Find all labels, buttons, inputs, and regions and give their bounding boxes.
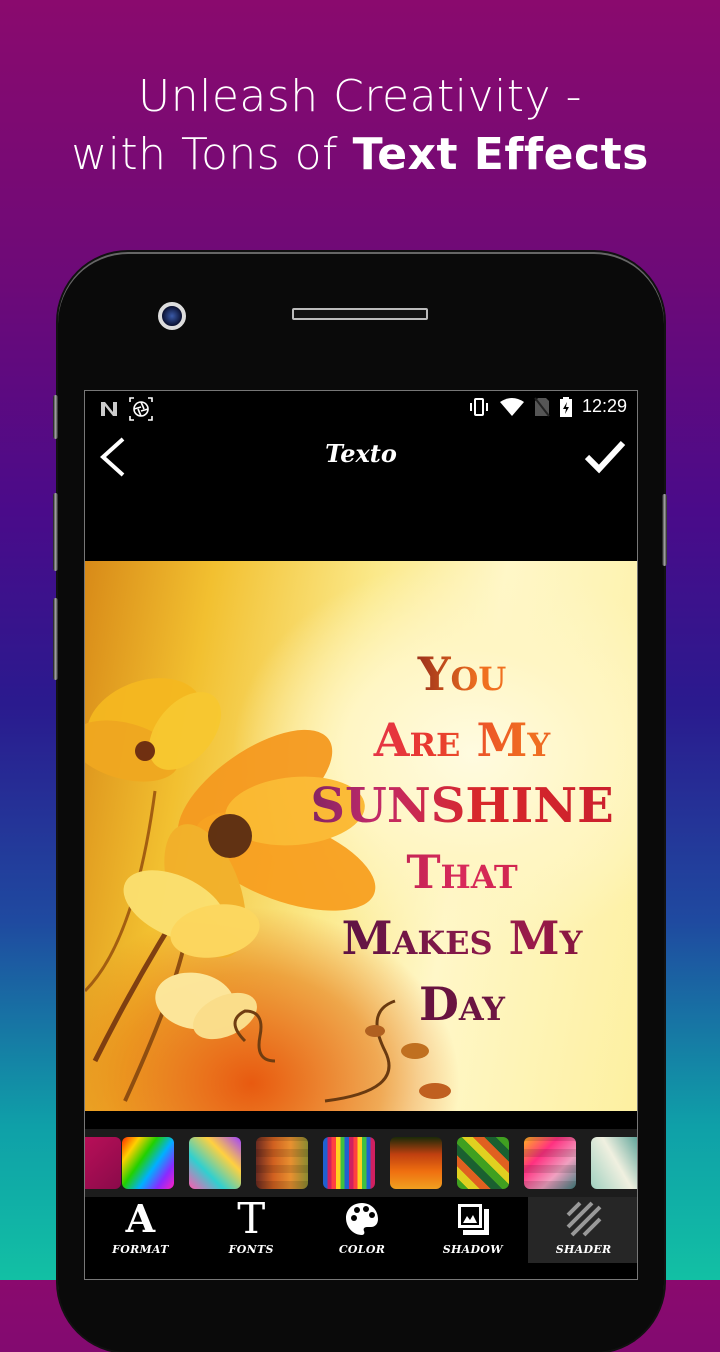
- front-camera: [158, 302, 186, 330]
- shader-swatch-list[interactable]: [85, 1129, 637, 1197]
- tool-label: SHADER: [555, 1243, 612, 1256]
- letter-a-icon: A: [125, 1196, 156, 1241]
- quote-line: You: [285, 641, 637, 707]
- quote-line: SUNSHINE: [285, 773, 637, 839]
- n-notification-icon: [101, 402, 117, 416]
- shader-swatch[interactable]: [591, 1137, 637, 1189]
- app-title: Texto: [325, 439, 397, 468]
- quote-line: That: [285, 839, 637, 905]
- tool-color[interactable]: COLOR: [307, 1197, 418, 1263]
- phone-side-button: [53, 395, 58, 439]
- phone-side-button: [53, 493, 58, 571]
- battery-charging-icon: [559, 396, 572, 417]
- quote-line: Makes My: [285, 905, 637, 971]
- tool-label: COLOR: [338, 1243, 386, 1256]
- screenshot-icon: [129, 397, 153, 421]
- wifi-icon: [499, 397, 524, 416]
- tool-fonts[interactable]: T FONTS: [196, 1197, 307, 1263]
- no-sim-icon: [534, 396, 550, 417]
- quote-line: Day: [285, 971, 637, 1037]
- tool-label: SHADOW: [442, 1243, 503, 1256]
- phone-side-button: [53, 598, 58, 680]
- shader-swatch[interactable]: [85, 1137, 121, 1189]
- shader-swatch[interactable]: [323, 1137, 375, 1189]
- shader-swatch[interactable]: [189, 1137, 241, 1189]
- tool-label: FONTS: [228, 1243, 274, 1256]
- status-bar: 12:29: [85, 391, 637, 425]
- app-bar: Texto: [85, 425, 637, 489]
- promo-headline: Unleash Creativity - with Tons of Text E…: [0, 68, 720, 184]
- shader-swatch[interactable]: [457, 1137, 509, 1189]
- phone-power-button: [662, 494, 667, 566]
- shader-swatch[interactable]: [122, 1137, 174, 1189]
- tool-format[interactable]: A FORMAT: [85, 1197, 196, 1263]
- status-time: 12:29: [581, 396, 627, 416]
- promo-line-1: Unleash Creativity -: [138, 71, 582, 122]
- promo-highlight: Text Effects: [352, 129, 649, 180]
- promo-line-2: with Tons of Text Effects: [71, 129, 649, 180]
- letter-t-icon: T: [237, 1194, 266, 1243]
- tool-shadow[interactable]: SHADOW: [417, 1197, 528, 1263]
- text-canvas[interactable]: You Are My SUNSHINE That Makes My Day: [85, 561, 637, 1111]
- bottom-toolbar: A FORMAT T FONTS COLOR SHADOW SHADER: [85, 1197, 637, 1263]
- earpiece-speaker: [292, 308, 428, 320]
- shader-swatch[interactable]: [524, 1137, 576, 1189]
- checkmark-icon: [584, 440, 626, 474]
- tool-label: FORMAT: [112, 1243, 169, 1256]
- phone-screen: 12:29 Texto You Are My SUNSHINE That Mak…: [84, 390, 638, 1280]
- tool-shader[interactable]: SHADER: [528, 1197, 637, 1263]
- vibrate-icon: [469, 397, 488, 416]
- shadow-image-icon: [455, 1202, 489, 1235]
- hatch-stripes-icon: [566, 1201, 601, 1237]
- palette-icon: [345, 1203, 378, 1235]
- quote-line: Are My: [285, 707, 637, 773]
- confirm-button[interactable]: [583, 435, 627, 479]
- shader-swatch[interactable]: [390, 1137, 442, 1189]
- quote-text[interactable]: You Are My SUNSHINE That Makes My Day: [285, 641, 637, 1037]
- shader-swatch[interactable]: [256, 1137, 308, 1189]
